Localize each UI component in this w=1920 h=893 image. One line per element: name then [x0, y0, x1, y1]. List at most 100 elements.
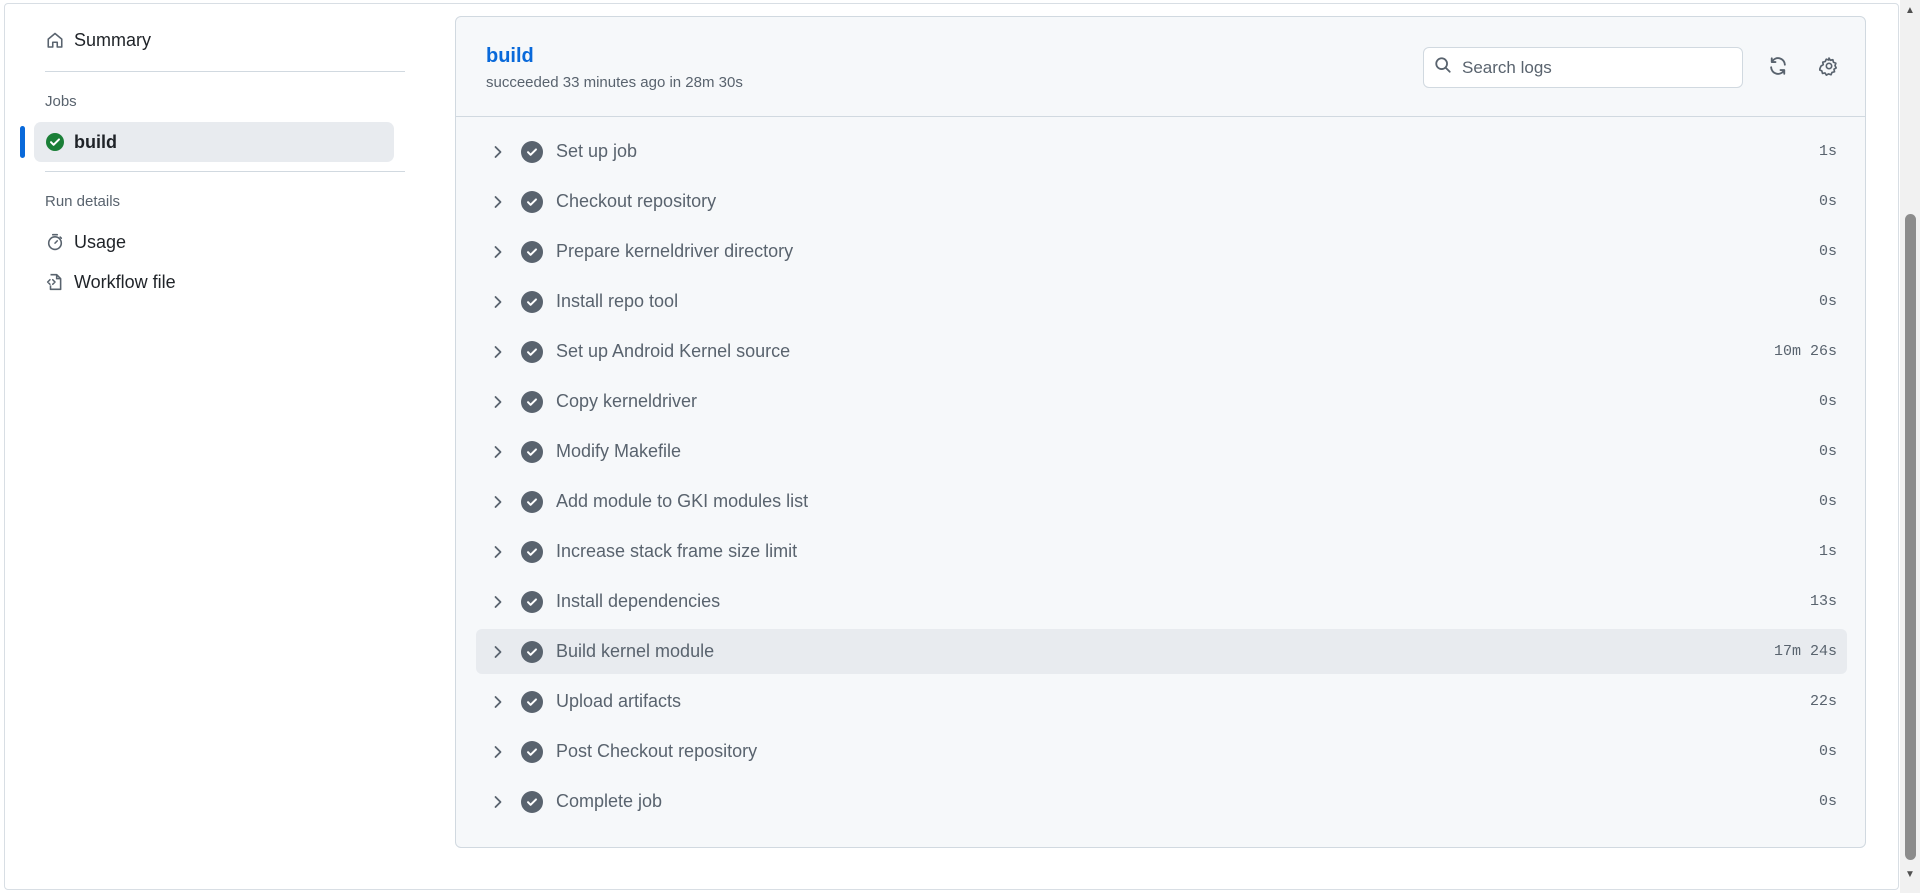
chevron-right-icon: [488, 195, 508, 209]
chevron-right-icon: [488, 245, 508, 259]
step-duration: 0s: [1818, 793, 1837, 810]
step-name: Install repo tool: [556, 291, 679, 311]
step-duration: 0s: [1818, 443, 1837, 460]
sync-icon: [1768, 56, 1788, 81]
step-name: Add module to GKI modules list: [556, 491, 809, 511]
check-circle-icon: [521, 790, 543, 813]
job-status-text: succeeded 33 minutes ago in 28m 30s: [486, 74, 743, 91]
step-row[interactable]: Install repo tool 0s: [476, 279, 1847, 324]
chevron-right-icon: [488, 795, 508, 809]
job-title-link[interactable]: build: [486, 45, 534, 68]
check-circle-icon: [521, 190, 543, 213]
step-name: Build kernel module: [556, 641, 715, 661]
step-row[interactable]: Install dependencies 13s: [476, 579, 1847, 624]
step-duration: 13s: [1809, 593, 1837, 610]
sidebar-item-label: Usage: [74, 231, 127, 252]
step-name: Post Checkout repository: [556, 741, 758, 761]
check-circle-success-icon: [44, 131, 66, 153]
step-row[interactable]: Set up Android Kernel source 10m 26s: [476, 329, 1847, 374]
sidebar-item-label: Workflow file: [74, 271, 176, 292]
step-duration: 22s: [1809, 693, 1837, 710]
chevron-right-icon: [488, 295, 508, 309]
step-row[interactable]: Increase stack frame size limit 1s: [476, 529, 1847, 574]
step-row[interactable]: Set up job 1s: [476, 129, 1847, 174]
step-name: Modify Makefile: [556, 441, 682, 461]
settings-button[interactable]: [1812, 51, 1846, 85]
step-duration: 1s: [1818, 543, 1837, 560]
check-circle-icon: [521, 490, 543, 513]
chevron-right-icon: [488, 445, 508, 459]
chevron-right-icon: [488, 145, 508, 159]
step-name: Upload artifacts: [556, 691, 682, 711]
step-duration: 0s: [1818, 193, 1837, 210]
step-duration: 0s: [1818, 493, 1837, 510]
sidebar-item-summary[interactable]: Summary: [20, 20, 406, 60]
sidebar-divider: [45, 171, 405, 172]
step-duration: 17m 24s: [1773, 643, 1837, 660]
run-details-heading: Run details: [45, 193, 121, 210]
refresh-button[interactable]: [1761, 51, 1795, 85]
gear-icon: [1818, 56, 1839, 81]
step-name: Install dependencies: [556, 591, 721, 611]
sidebar-divider: [45, 71, 405, 72]
step-duration: 0s: [1818, 293, 1837, 310]
file-code-icon: [44, 271, 66, 293]
sidebar-item-label: build: [74, 131, 117, 152]
check-circle-icon: [521, 540, 543, 563]
page-scrollbar[interactable]: ▲ ▼: [1900, 0, 1920, 893]
stopwatch-icon: [44, 231, 66, 253]
sidebar-item-build[interactable]: build: [20, 122, 394, 162]
step-row[interactable]: Post Checkout repository 0s: [476, 729, 1847, 774]
chevron-right-icon: [488, 645, 508, 659]
check-circle-icon: [521, 740, 543, 763]
scroll-up-arrow-icon[interactable]: ▲: [1904, 4, 1916, 16]
scroll-down-arrow-icon[interactable]: ▼: [1904, 868, 1916, 880]
check-circle-icon: [521, 590, 543, 613]
step-duration: 0s: [1818, 743, 1837, 760]
chevron-right-icon: [488, 345, 508, 359]
step-name: Copy kerneldriver: [556, 391, 698, 411]
step-row[interactable]: Add module to GKI modules list 0s: [476, 479, 1847, 524]
chevron-right-icon: [488, 695, 508, 709]
check-circle-icon: [521, 240, 543, 263]
chevron-right-icon: [488, 395, 508, 409]
home-icon: [44, 29, 66, 51]
sidebar: Summary Jobs build Run details Usage Wor…: [20, 20, 406, 302]
scrollbar-thumb[interactable]: [1905, 214, 1916, 860]
search-icon: [1434, 56, 1452, 79]
check-circle-icon: [521, 290, 543, 313]
step-duration: 10m 26s: [1773, 343, 1837, 360]
step-name: Set up Android Kernel source: [556, 341, 791, 361]
job-header: build succeeded 33 minutes ago in 28m 30…: [456, 17, 1865, 117]
step-row[interactable]: Modify Makefile 0s: [476, 429, 1847, 474]
check-circle-icon: [521, 140, 543, 163]
step-duration: 0s: [1818, 393, 1837, 410]
jobs-heading: Jobs: [45, 93, 77, 110]
chevron-right-icon: [488, 595, 508, 609]
sidebar-item-label: Summary: [74, 29, 152, 50]
step-row[interactable]: Prepare kerneldriver directory 0s: [476, 229, 1847, 274]
check-circle-icon: [521, 390, 543, 413]
step-name: Increase stack frame size limit: [556, 541, 798, 561]
step-row-hovered[interactable]: Build kernel module 17m 24s: [476, 629, 1847, 674]
chevron-right-icon: [488, 495, 508, 509]
step-row[interactable]: Upload artifacts 22s: [476, 679, 1847, 724]
step-name: Checkout repository: [556, 191, 717, 211]
check-circle-icon: [521, 690, 543, 713]
check-circle-icon: [521, 340, 543, 363]
check-circle-icon: [521, 640, 543, 663]
step-row[interactable]: Checkout repository 0s: [476, 179, 1847, 224]
search-logs-input[interactable]: [1462, 57, 1722, 78]
steps-list: Set up job 1s Checkout repository 0s Prepa…: [476, 129, 1847, 829]
chevron-right-icon: [488, 545, 508, 559]
sidebar-item-workflow-file[interactable]: Workflow file: [20, 262, 406, 302]
check-circle-icon: [521, 440, 543, 463]
chevron-right-icon: [488, 745, 508, 759]
sidebar-item-usage[interactable]: Usage: [20, 222, 406, 262]
step-name: Prepare kerneldriver directory: [556, 241, 794, 261]
step-row[interactable]: Complete job 0s: [476, 779, 1847, 824]
step-row[interactable]: Copy kerneldriver 0s: [476, 379, 1847, 424]
step-name: Set up job: [556, 141, 638, 161]
step-duration: 0s: [1818, 243, 1837, 260]
search-logs-box[interactable]: [1423, 47, 1743, 88]
